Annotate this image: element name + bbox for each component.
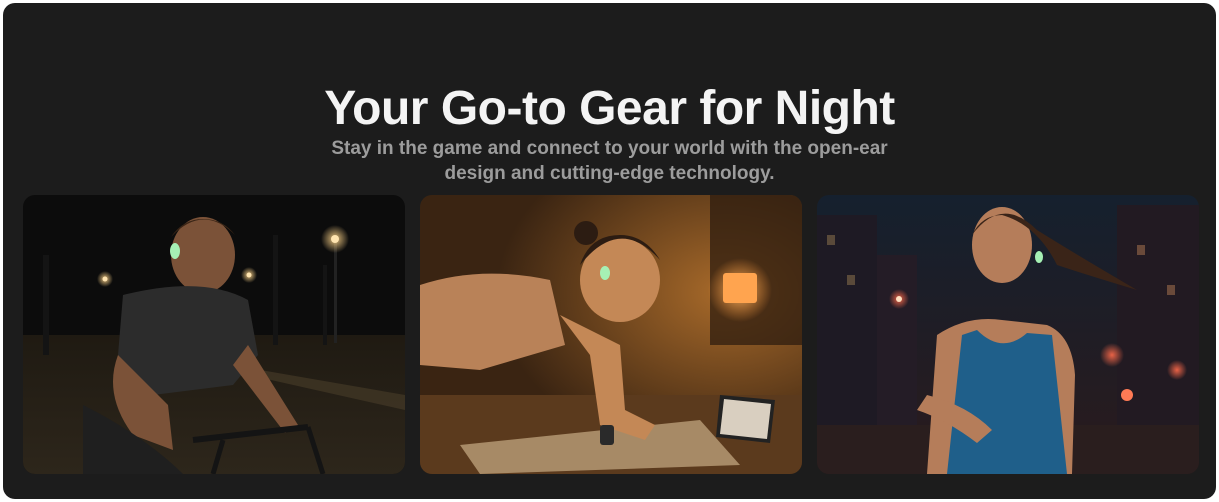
cycling-photo <box>23 195 405 474</box>
image-card-cycling <box>23 195 405 474</box>
section-subtitle: Stay in the game and connect to your wor… <box>331 138 888 184</box>
running-photo <box>817 195 1199 474</box>
section-title: Your Go-to Gear for Night <box>324 82 895 136</box>
image-card-workout <box>420 195 802 474</box>
workout-photo <box>420 195 802 474</box>
earbud-glow <box>600 266 610 280</box>
image-card-running <box>817 195 1199 474</box>
earbud-glow <box>1035 251 1043 263</box>
earbud-glow <box>170 243 180 259</box>
feature-section: Your Go-to Gear for Night Stay in the ga… <box>3 3 1216 499</box>
